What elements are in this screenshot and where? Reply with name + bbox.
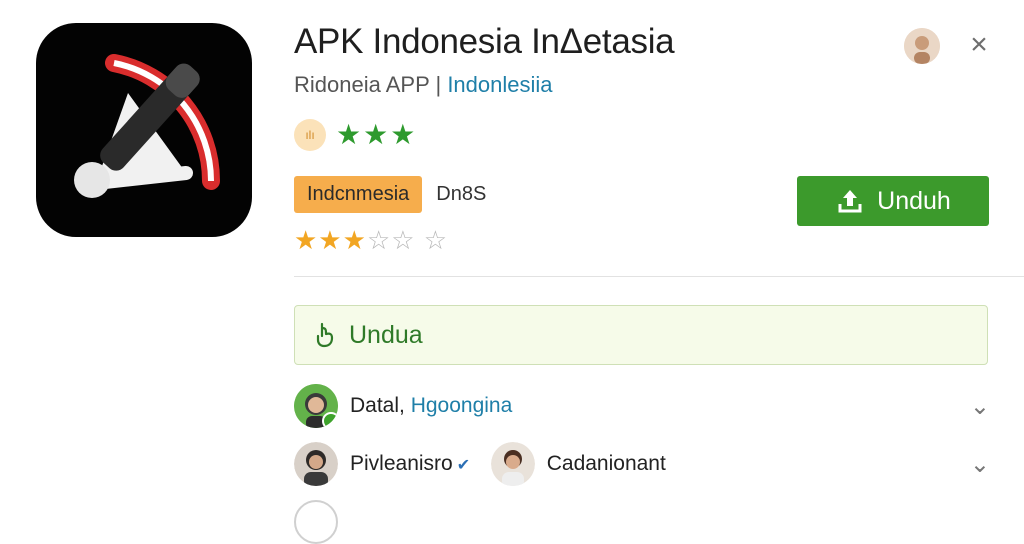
verified-icon [322,412,338,428]
download-box-label: Undua [349,320,423,349]
download-button-label: Unduh [877,186,951,215]
person-avatar-1 [294,442,338,486]
download-icon [838,190,862,213]
partial-avatar [294,500,338,544]
developer-label: Ridoneia APP | [294,72,448,97]
person-name-1: Pivleanisro ✔ [350,452,471,476]
rating-row: ılı ★★★ [294,118,417,151]
developer-avatar [294,384,338,428]
user-avatar[interactable] [904,28,940,64]
person-name-2: Cadanionant [546,452,666,475]
category-tag[interactable]: Indcnmesia [294,176,423,213]
info-row-people[interactable]: Pivleanisro ✔ Cadanionant ⌄ [294,442,1024,486]
app-subtitle: Ridoneia APP | Indonlesiia [294,72,553,98]
green-rating-stars: ★★★ [336,119,418,150]
chevron-down-icon[interactable]: ⌄ [970,392,990,421]
hand-pointer-icon [316,322,334,348]
verified-check-icon: ✔ [456,457,471,474]
tag-row: Indcnmesia Dn8S [294,176,486,213]
developer-link[interactable]: Indonlesiia [447,72,552,97]
person-label-1: Pivleanisro [350,452,453,475]
developer-row-link[interactable]: Hgoongina [411,394,513,417]
stars-filled: ★★★ [294,225,367,255]
star-rating: ★★★☆☆ ☆ [294,225,448,256]
size-text: Dn8S [436,183,487,205]
developer-row-text: Datal, Hgoongina [350,394,512,418]
stars-empty: ☆☆ ☆ [366,225,449,255]
close-icon[interactable]: × [962,28,996,62]
download-button[interactable]: Unduh [797,176,989,226]
info-row-developer[interactable]: Datal, Hgoongina ⌄ [294,384,1024,428]
app-icon [36,23,252,237]
person-avatar-2 [490,442,535,486]
download-box[interactable]: Undua [294,305,988,365]
developer-row-label: Datal, [350,394,411,417]
app-title: APK Indonesia InΔetasia [294,22,675,61]
divider [294,276,1024,277]
chevron-down-icon[interactable]: ⌄ [970,450,990,479]
level-badge-icon: ılı [294,118,326,151]
